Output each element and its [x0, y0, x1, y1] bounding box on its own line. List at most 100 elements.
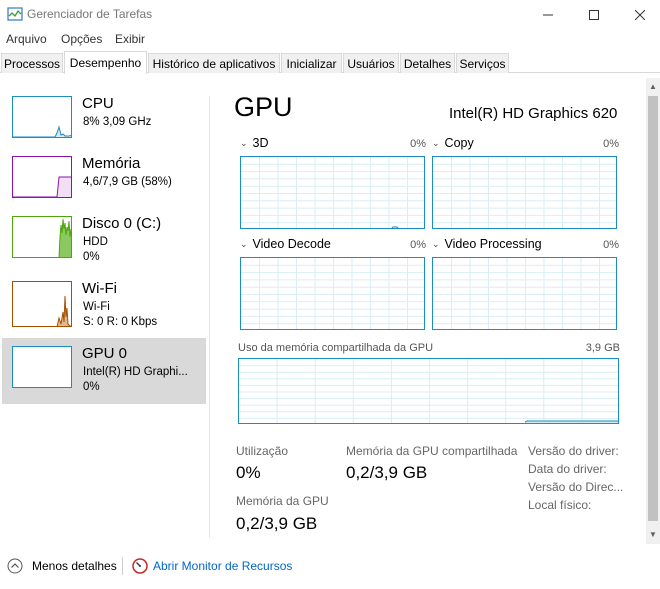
driver-version-label: Versão do driver:	[528, 444, 619, 458]
footer-divider	[122, 557, 123, 575]
chevron-down-icon: ⌄	[240, 238, 248, 249]
gpu-model-name: Intel(R) HD Graphics 620	[449, 105, 618, 122]
sidebar-item-detail-2: 0%	[83, 251, 100, 263]
panel-divider	[209, 96, 210, 538]
maximize-button[interactable]	[571, 0, 617, 29]
sidebar-item-wifi[interactable]: Wi-Fi Wi-Fi S: 0 R: 0 Kbps	[2, 273, 206, 339]
wifi-sparkline	[56, 295, 71, 326]
graph-grid	[241, 157, 424, 228]
chevron-up-circle-icon[interactable]	[7, 558, 23, 574]
graph-grid	[241, 258, 424, 329]
tab-inicializar[interactable]: Inicializar	[281, 53, 342, 73]
scroll-down-arrow-icon[interactable]: ▼	[646, 526, 660, 542]
tab-servicos[interactable]: Serviços	[456, 53, 509, 73]
gpu-thumbnail-graph	[12, 346, 72, 388]
sidebar-item-detail-2: S: 0 R: 0 Kbps	[83, 316, 158, 328]
sidebar-item-name: Memória	[82, 155, 141, 172]
shared-gpu-memory-label: Memória da GPU compartilhada	[346, 444, 518, 458]
utilization-value: 0%	[236, 463, 261, 482]
tab-bar: Processos Desempenho Histórico de aplica…	[0, 51, 660, 74]
engine-graph-video-decode	[240, 257, 425, 330]
maximize-icon	[589, 9, 599, 20]
gpu-memory-value: 0,2/3,9 GB	[236, 514, 318, 533]
engine-label: 3D	[252, 136, 269, 150]
sidebar-item-name: Wi-Fi	[82, 280, 117, 297]
sidebar-item-detail: 8% 3,09 GHz	[83, 116, 152, 128]
gpu-sparkline	[13, 347, 72, 388]
engine-graph-copy	[432, 156, 617, 229]
tab-historico[interactable]: Histórico de aplicativos	[148, 53, 280, 73]
engine-max-pct: 0%	[410, 138, 426, 150]
engine-label: Video Decode	[252, 237, 331, 251]
disk-sparkline	[58, 218, 71, 257]
tab-usuarios[interactable]: Usuários	[343, 53, 399, 73]
tab-processos[interactable]: Processos	[1, 53, 63, 73]
gpu-memory-label: Memória da GPU	[236, 494, 329, 508]
menu-arquivo[interactable]: Arquivo	[6, 32, 47, 46]
minimize-icon	[543, 14, 553, 15]
task-manager-icon	[7, 7, 23, 21]
graph-grid	[433, 157, 616, 228]
fewer-details-button[interactable]: Menos detalhes	[32, 559, 117, 573]
open-resource-monitor-link[interactable]: Abrir Monitor de Recursos	[153, 559, 292, 573]
sidebar-item-name: GPU 0	[82, 345, 128, 362]
sidebar-item-gpu[interactable]: GPU 0 Intel(R) HD Graphi... 0%	[2, 338, 206, 404]
scroll-thumb[interactable]	[648, 96, 658, 521]
wifi-thumbnail-graph	[12, 281, 72, 327]
sidebar-item-name: Disco 0 (C:)	[82, 215, 162, 232]
chevron-down-icon: ⌄	[432, 137, 440, 148]
menu-opcoes[interactable]: Opções	[61, 32, 102, 46]
shared-memory-label: Uso da memória compartilhada da GPU	[238, 342, 434, 354]
menu-exibir[interactable]: Exibir	[115, 32, 145, 46]
title-bar: Gerenciador de Tarefas	[0, 0, 660, 29]
directx-version-label: Versão do Direc...	[528, 480, 624, 494]
sidebar-item-detail: HDD	[83, 236, 108, 248]
sidebar-item-detail-2: 0%	[83, 381, 100, 393]
cpu-thumbnail-graph	[12, 96, 72, 138]
driver-date-label: Data do driver:	[528, 462, 607, 476]
resource-monitor-icon[interactable]	[132, 558, 148, 574]
sidebar-item-memory[interactable]: Memória 4,6/7,9 GB (58%)	[2, 148, 206, 214]
shared-gpu-memory-value: 0,2/3,9 GB	[346, 463, 428, 482]
sidebar-item-detail: Wi-Fi	[83, 301, 110, 313]
scroll-up-arrow-icon[interactable]: ▲	[646, 78, 660, 94]
sidebar-item-disk[interactable]: Disco 0 (C:) HDD 0%	[2, 208, 206, 274]
sidebar-item-cpu[interactable]: CPU 8% 3,09 GHz	[2, 88, 206, 154]
footer-bar: Menos detalhes Abrir Monitor de Recursos	[0, 552, 660, 580]
utilization-label: Utilização	[236, 444, 289, 458]
engine-selector-3d[interactable]: ⌄ 3D	[240, 136, 269, 150]
engine-selector-video-decode[interactable]: ⌄ Video Decode	[240, 237, 331, 251]
engine-max-pct: 0%	[603, 138, 619, 150]
engine-selector-copy[interactable]: ⌄ Copy	[432, 136, 474, 150]
performance-sidebar: CPU 8% 3,09 GHz Memória 4,6/7,9 GB (58%)…	[0, 74, 210, 544]
close-button[interactable]	[617, 0, 660, 29]
graph-grid	[239, 359, 618, 423]
engine-selector-video-processing[interactable]: ⌄ Video Processing	[432, 237, 542, 251]
memory-sparkline	[13, 176, 71, 197]
sidebar-item-detail: Intel(R) HD Graphi...	[83, 366, 188, 378]
engine-graph-video-processing	[432, 257, 617, 330]
page-title: GPU	[234, 92, 293, 122]
shared-memory-graph	[238, 358, 619, 424]
menu-bar: Arquivo Opções Exibir	[0, 30, 660, 48]
engine-max-pct: 0%	[603, 239, 619, 251]
tab-detalhes[interactable]: Detalhes	[400, 53, 455, 73]
engine-label: Copy	[444, 136, 474, 150]
chevron-down-icon: ⌄	[240, 137, 248, 148]
cpu-sparkline	[13, 125, 71, 137]
tab-desempenho[interactable]: Desempenho	[64, 51, 147, 74]
engine-graph-3d	[240, 156, 425, 229]
physical-location-label: Local físico:	[528, 498, 592, 512]
chevron-down-icon: ⌄	[432, 238, 440, 249]
vertical-scrollbar[interactable]: ▲ ▼	[646, 78, 660, 544]
window-title: Gerenciador de Tarefas	[27, 7, 153, 21]
graph-grid	[433, 258, 616, 329]
sidebar-item-detail: 4,6/7,9 GB (58%)	[83, 176, 172, 188]
minimize-button[interactable]	[525, 0, 571, 29]
disk-thumbnail-graph	[12, 216, 72, 258]
shared-memory-max: 3,9 GB	[585, 342, 620, 354]
memory-thumbnail-graph	[12, 156, 72, 198]
engine-label: Video Processing	[444, 237, 542, 251]
sidebar-item-name: CPU	[82, 95, 114, 112]
close-icon	[635, 9, 645, 20]
